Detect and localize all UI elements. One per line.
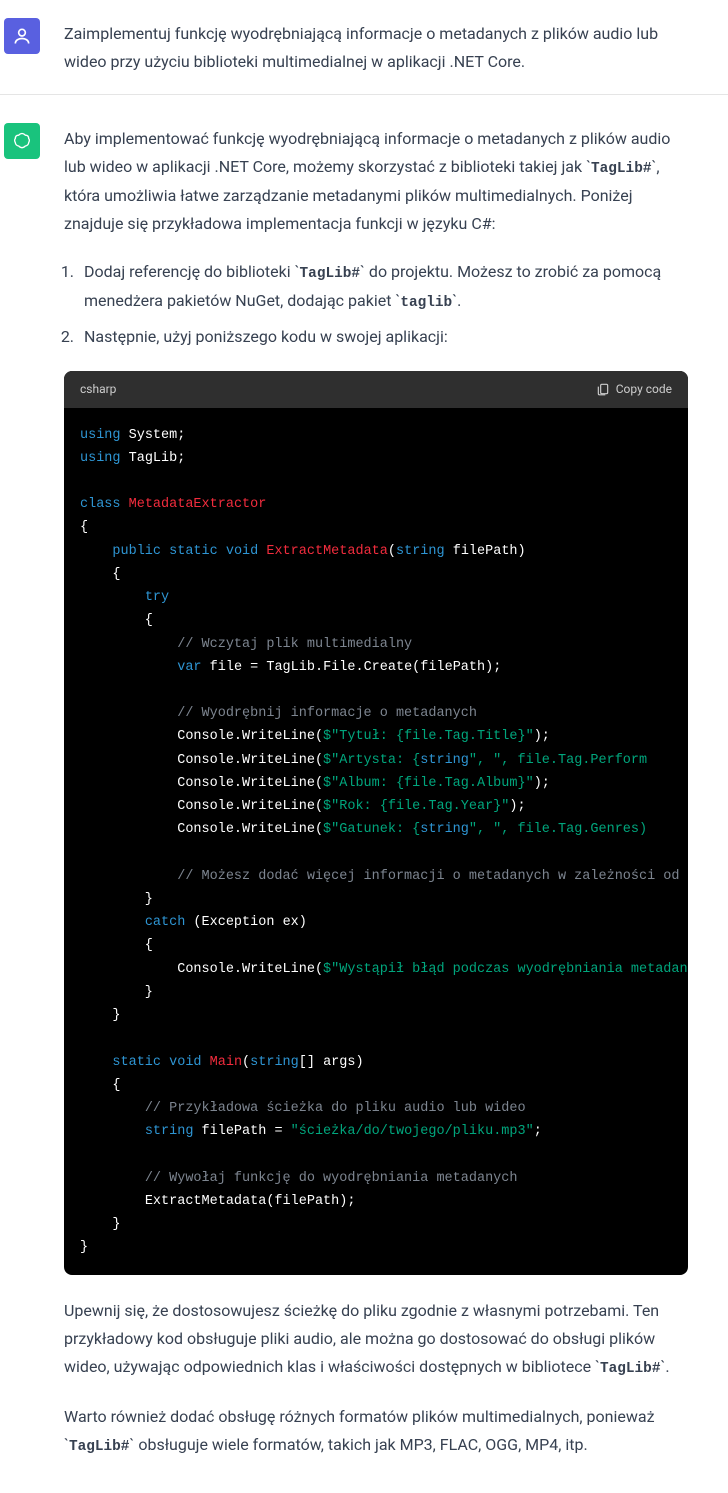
outro-paragraph-2: Warto również dodać obsługę różnych form…: [64, 1403, 688, 1460]
intro-paragraph: Aby implementować funkcję wyodrębniającą…: [64, 125, 688, 238]
assistant-message: Aby implementować funkcję wyodrębniającą…: [0, 95, 728, 1493]
inline-code-taglib: TagLib#: [591, 161, 651, 177]
user-text: Zaimplementuj funkcję wyodrębniającą inf…: [64, 20, 688, 76]
outro-paragraph-1: Upewnij się, że dostosowujesz ścieżkę do…: [64, 1297, 688, 1382]
code-block: csharp Copy code using System; using Tag…: [64, 371, 688, 1276]
intro-text-pre: Aby implementować funkcję wyodrębniającą…: [64, 129, 670, 176]
steps-list: Dodaj referencję do biblioteki `TagLib#`…: [54, 258, 688, 350]
person-icon: [12, 26, 32, 46]
clipboard-icon: [596, 382, 610, 396]
user-message: Zaimplementuj funkcję wyodrębniającą inf…: [0, 0, 728, 95]
code-language-label: csharp: [80, 379, 116, 400]
user-content: Zaimplementuj funkcję wyodrębniającą inf…: [64, 18, 688, 76]
list-item: Dodaj referencję do biblioteki `TagLib#`…: [78, 258, 688, 316]
assistant-content: Aby implementować funkcję wyodrębniającą…: [64, 123, 688, 1480]
list-item: Następnie, użyj poniższego kodu w swojej…: [78, 323, 688, 351]
code-header: csharp Copy code: [64, 371, 688, 408]
code-content[interactable]: using System; using TagLib; class Metada…: [64, 408, 688, 1276]
ai-logo-icon: [12, 131, 32, 151]
assistant-avatar: [4, 123, 40, 159]
user-avatar: [4, 18, 40, 54]
copy-code-label: Copy code: [616, 379, 672, 400]
copy-code-button[interactable]: Copy code: [596, 379, 672, 400]
